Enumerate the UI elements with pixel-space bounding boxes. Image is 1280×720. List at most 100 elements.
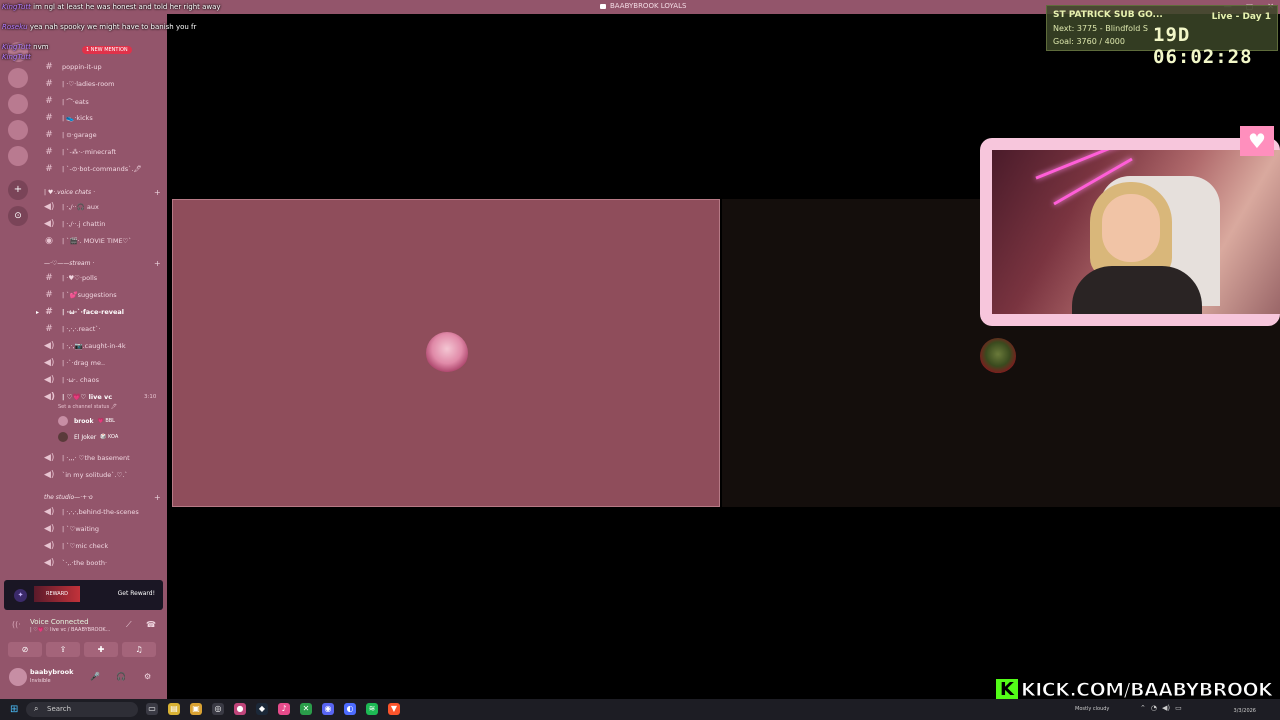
channel-status[interactable]: Set a channel status 🖊	[58, 404, 117, 410]
battery-icon[interactable]: ▭	[1175, 704, 1182, 712]
channel-item[interactable]: # | ⌒·eats	[44, 94, 89, 108]
mic-icon[interactable]: 🎤	[90, 672, 100, 681]
activities-button[interactable]: ✚	[84, 642, 118, 657]
voice-channel-item[interactable]: ◀) | ·,,,· ♡the basement	[44, 451, 130, 465]
server-icon[interactable]	[8, 68, 28, 88]
app-icon[interactable]: ◐	[344, 703, 356, 715]
category-studio[interactable]: the studio—·+·o +	[44, 493, 161, 502]
noise-suppression-icon[interactable]: ⟋	[126, 620, 132, 630]
heart-icon: ♥	[1240, 126, 1274, 156]
voice-tile-brook[interactable]	[172, 199, 720, 507]
chat-username: KingTutt	[2, 43, 31, 51]
brave-icon[interactable]: ▼	[388, 703, 400, 715]
channel-label: | ♡💗♡ live vc	[62, 393, 113, 401]
channel-label: | ˋ-⁂·-·minecraft	[62, 148, 117, 156]
gear-icon[interactable]: ⚙	[144, 672, 151, 681]
discord-icon[interactable]: ◉	[322, 703, 334, 715]
xbox-icon[interactable]: ✕	[300, 703, 312, 715]
file-explorer-icon[interactable]: ▤	[168, 703, 180, 715]
voice-member[interactable]: brook 💗 BBL	[58, 416, 115, 426]
server-icon[interactable]	[8, 146, 28, 166]
windows-start-icon[interactable]: ⊞	[10, 704, 18, 715]
channel-item[interactable]: # | ˋ-⊙·bot-commands`.🖊	[44, 162, 142, 176]
avatar	[58, 432, 68, 442]
goal-next: Next: 3775 - Blindfold S	[1053, 24, 1148, 33]
taskbar-date[interactable]: 3/3/2026	[1234, 708, 1256, 714]
hash-icon: #	[45, 307, 53, 317]
get-reward-button[interactable]: Get Reward!	[118, 590, 155, 597]
voice-channel-item[interactable]: ◉ | ˋ🎬·. MOVIE TIME♡ˋ	[44, 234, 132, 248]
channel-item[interactable]: # | ˋ-⁂·-·minecraft	[44, 145, 116, 159]
add-channel-icon[interactable]: +	[154, 259, 161, 268]
add-channel-icon[interactable]: +	[154, 188, 161, 197]
voice-channel-item[interactable]: ◀) | ·,·,📷.caught-in-4k	[44, 339, 126, 353]
disconnect-icon[interactable]: ☎	[146, 620, 156, 629]
channel-item[interactable]: # | ·♥♡·polls	[44, 271, 97, 285]
voice-status-label[interactable]: Voice Connected	[30, 618, 89, 626]
wifi-icon[interactable]: ◔	[1151, 704, 1157, 712]
tiktok-icon[interactable]: ♪	[278, 703, 290, 715]
spotify-icon[interactable]: ≋	[366, 703, 378, 715]
channel-label: | ˋ♡waiting	[62, 525, 100, 533]
voice-channel-item[interactable]: ◀) | ·,·,·,behind-the-scenes	[44, 505, 139, 519]
channel-label: | ⌒·eats	[62, 98, 89, 106]
app-icon[interactable]: ●	[234, 703, 246, 715]
voice-channel-live-vc[interactable]: ◀) | ♡💗♡ live vc	[44, 390, 112, 404]
app-icon	[600, 3, 606, 9]
goal-title: ST PATRICK SUB GO...	[1053, 10, 1163, 20]
taskbar-search[interactable]: ⌕ Search	[26, 702, 138, 717]
channel-item[interactable]: # | ·♡·ladies-room	[44, 77, 114, 91]
voice-channel-item[interactable]: ◀) ˋ·,.·the booth·	[44, 556, 107, 570]
speaker-icon: ◀)	[44, 558, 55, 568]
channel-item[interactable]: # | ˋ💕suggestions	[44, 288, 117, 302]
discover-icon[interactable]: ⊙	[8, 206, 28, 226]
obs-icon[interactable]: ◎	[212, 703, 224, 715]
weather-text[interactable]: Mostly cloudy	[1075, 706, 1109, 712]
channel-item[interactable]: # | ⊙·garage	[44, 128, 96, 142]
chat-username: KingTutt	[2, 3, 31, 11]
reward-banner[interactable]: ✦ REWARD Get Reward!	[4, 580, 163, 610]
channel-item[interactable]: # | ·,·,·.reactˋ·	[44, 322, 100, 336]
voice-channel-item[interactable]: ◀) | ˋ♡mic check	[44, 539, 108, 553]
server-icon[interactable]	[8, 120, 28, 140]
category-voice-chats[interactable]: | ♥·.voice chats · +	[44, 188, 161, 197]
voice-channel-item[interactable]: ◀) | ·,/··.j chattin	[44, 217, 105, 231]
voice-channel-item[interactable]: ◀) | ·ˋ·drag me..	[44, 356, 105, 370]
channel-item[interactable]: # poppin-it-up	[44, 60, 101, 74]
quest-icon: ✦	[14, 589, 27, 602]
chat-text: nvm	[33, 43, 49, 51]
volume-icon[interactable]: ◀)	[1162, 704, 1170, 712]
voice-channel-item[interactable]: ◀) ˋin my solitudeˋ.♡.ˋ	[44, 468, 128, 482]
reward-art: REWARD	[34, 586, 80, 602]
folder-icon[interactable]: ▣	[190, 703, 202, 715]
hash-icon: #	[45, 164, 53, 174]
hash-icon: #	[45, 273, 53, 283]
voice-member[interactable]: El Joker 🎲 KOA	[58, 432, 118, 442]
category-stream[interactable]: —·♡——stream · +	[44, 259, 161, 268]
voice-timer: 3:10	[144, 394, 157, 400]
channel-label: | ˋ💕suggestions	[62, 291, 117, 299]
voice-channel-item[interactable]: ◀) | ·ω·. chaos	[44, 373, 99, 387]
server-icon[interactable]	[8, 94, 28, 114]
hash-icon: #	[45, 96, 53, 106]
screen-share-button[interactable]: ⇪	[46, 642, 80, 657]
task-view-icon[interactable]: ▭	[146, 703, 158, 715]
channel-item-face-reveal[interactable]: # | ·ω·ˋ·face-reveal	[44, 305, 124, 319]
add-server-icon[interactable]: +	[8, 180, 28, 200]
webcam-video	[992, 150, 1280, 314]
new-mention-badge[interactable]: 1 NEW MENTION	[82, 46, 132, 54]
steam-icon[interactable]: ◆	[256, 703, 268, 715]
voice-channel-item[interactable]: ◀) | ·,/··🎧 aux	[44, 200, 99, 214]
add-channel-icon[interactable]: +	[154, 493, 161, 502]
chevron-up-icon[interactable]: ⌃	[1140, 704, 1146, 712]
headphones-icon[interactable]: 🎧	[116, 672, 126, 681]
avatar[interactable]	[9, 668, 27, 686]
streamer	[1072, 182, 1202, 314]
channel-item[interactable]: # | 👟·kicks	[44, 111, 93, 125]
voice-channel-item[interactable]: ◀) | ˋ♡waiting	[44, 522, 99, 536]
chevron-right-icon[interactable]: ▸	[36, 309, 39, 316]
soundboard-button[interactable]: ♫	[122, 642, 156, 657]
camera-off-button[interactable]: ⊘	[8, 642, 42, 657]
user-name[interactable]: baabybrook	[30, 668, 73, 676]
body	[1072, 266, 1202, 314]
